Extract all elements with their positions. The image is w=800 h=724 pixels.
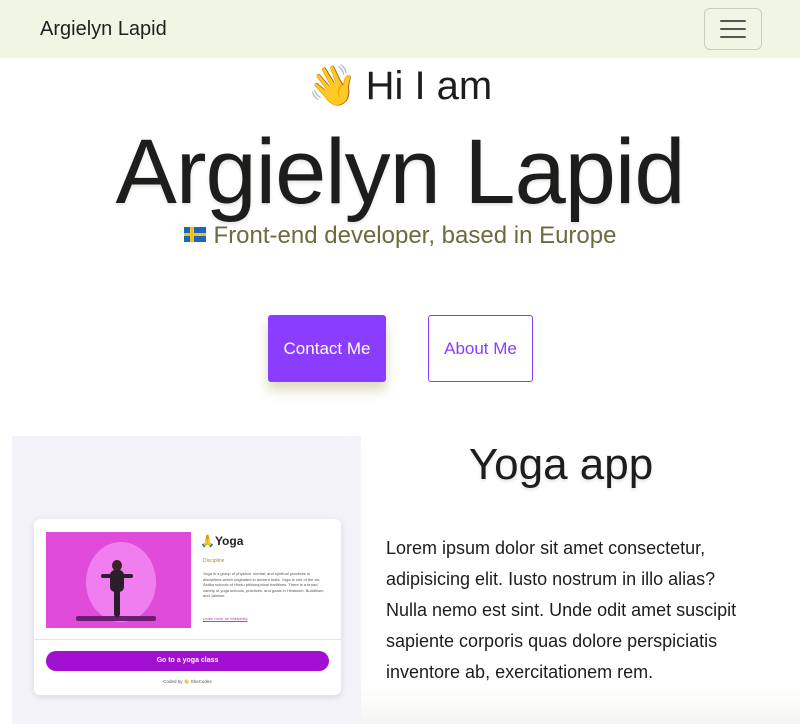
- card-text: Yoga is a group of physical, mental, and…: [203, 571, 325, 599]
- greeting: 👋 Hi I am: [0, 62, 800, 110]
- hero-name: Argielyn Lapid: [115, 121, 685, 223]
- hamburger-icon-line: [720, 36, 746, 38]
- project-title: Yoga app: [468, 440, 654, 489]
- card-subtitle: Discipline: [203, 558, 225, 564]
- navbar: Argielyn Lapid: [0, 0, 800, 58]
- hamburger-icon-line: [720, 28, 746, 30]
- navbar-brand[interactable]: Argielyn Lapid: [40, 18, 167, 41]
- project-screenshot[interactable]: 🙏Yoga Discipline Yoga is a group of phys…: [12, 436, 361, 724]
- bottom-fade: [361, 684, 800, 724]
- project-description: Lorem ipsum dolor sit amet consectetur, …: [386, 538, 737, 682]
- menu-toggle-button[interactable]: [704, 8, 762, 50]
- yoga-pose-image: [46, 532, 191, 628]
- contact-me-button[interactable]: Contact Me: [268, 315, 386, 382]
- greeting-text: Hi I am: [365, 64, 493, 108]
- figure-leg: [114, 590, 120, 617]
- card-yoga-class-button: Go to a yoga class: [46, 651, 329, 671]
- card-title: 🙏Yoga: [200, 534, 244, 548]
- card-wikipedia-link: Learn more on Wikipedia: [203, 616, 248, 621]
- card-divider: [34, 639, 341, 640]
- hamburger-icon-line: [720, 20, 746, 22]
- tagline: Front-end developer, based in Europe: [0, 220, 800, 252]
- figure-body: [110, 570, 124, 592]
- tagline-text: Front-end developer, based in Europe: [213, 222, 617, 249]
- waving-hand-icon: 👋: [307, 64, 358, 108]
- about-me-button[interactable]: About Me: [428, 315, 533, 382]
- yoga-card: 🙏Yoga Discipline Yoga is a group of phys…: [34, 519, 341, 695]
- card-footer: Coded by 👋 SheCodes: [163, 679, 212, 684]
- sweden-flag-icon: [183, 227, 206, 243]
